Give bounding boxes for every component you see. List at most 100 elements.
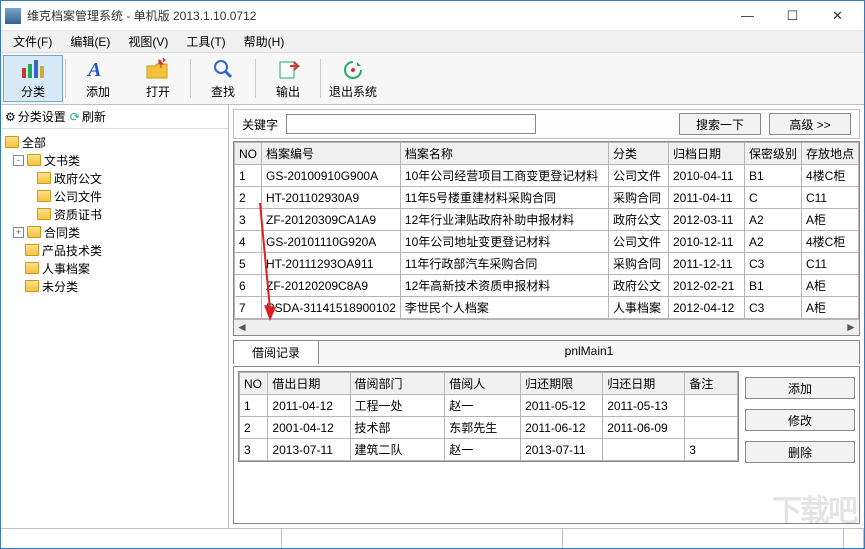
refresh-label: 刷新 [82, 108, 106, 125]
tree-node-docs[interactable]: -文书类 [3, 151, 226, 169]
table-row[interactable]: 22001-04-12技术部东郭先生2011-06-122011-06-09 [240, 417, 738, 439]
col2-out[interactable]: 借出日期 [268, 373, 350, 395]
folder-icon [37, 172, 51, 184]
tb-exit-label: 退出系统 [329, 83, 377, 100]
h-scrollbar[interactable]: ◄► [234, 319, 859, 335]
refresh-icon: ⟳ [70, 110, 80, 124]
svg-text:A: A [86, 59, 101, 80]
minimize-button[interactable]: — [725, 2, 770, 30]
col-code[interactable]: 档案编号 [262, 143, 401, 165]
settings-icon: ⚙ [5, 110, 16, 124]
col-cat[interactable]: 分类 [608, 143, 668, 165]
tb-export-label: 输出 [276, 83, 300, 100]
table-row[interactable]: 12011-04-12工程一处赵一2011-05-122011-05-13 [240, 395, 738, 417]
tb-find-label: 查找 [211, 83, 235, 100]
tb-add-label: 添加 [86, 83, 110, 100]
export-icon [274, 57, 302, 81]
col2-note[interactable]: 备注 [685, 373, 738, 395]
folder-icon [27, 154, 41, 166]
table-row[interactable]: 3ZF-20120309CA1A912年行业津贴政府补助申报材料政府公文2012… [235, 209, 859, 231]
archives-grid[interactable]: NO 档案编号 档案名称 分类 归档日期 保密级别 存放地点 1GS-20100… [233, 141, 860, 336]
table-row[interactable]: 7RSDA-31141518900102李世民个人档案人事档案2012-04-1… [235, 297, 859, 319]
tb-classify[interactable]: 分类 [3, 55, 63, 102]
refresh-button[interactable]: ⟳ 刷新 [70, 108, 106, 125]
folder-icon [37, 208, 51, 220]
find-icon [209, 57, 237, 81]
col2-no[interactable]: NO [240, 373, 268, 395]
keyword-label: 关键字 [242, 116, 278, 133]
category-tree: 全部 -文书类 政府公文 公司文件 资质证书 +合同类 产品技术类 人事档案 未… [1, 129, 228, 528]
folder-icon [27, 226, 41, 238]
borrow-panel: NO 借出日期 借阅部门 借阅人 归还期限 归还日期 备注 12011-04-1… [233, 366, 860, 524]
col2-dept[interactable]: 借阅部门 [350, 373, 445, 395]
add-icon: A [84, 57, 112, 81]
tree-node-hr[interactable]: 人事档案 [3, 259, 226, 277]
menu-help[interactable]: 帮助(H) [236, 31, 293, 52]
titlebar: 维克档案管理系统 - 单机版 2013.1.10.0712 — ☐ ✕ [1, 1, 864, 31]
borrow-add-button[interactable]: 添加 [745, 377, 855, 399]
tb-open[interactable]: 打开 [128, 55, 188, 102]
col-sec[interactable]: 保密级别 [744, 143, 801, 165]
col-name[interactable]: 档案名称 [400, 143, 608, 165]
col-no[interactable]: NO [235, 143, 262, 165]
folder-icon [37, 190, 51, 202]
app-window: 维克档案管理系统 - 单机版 2013.1.10.0712 — ☐ ✕ 文件(F… [0, 0, 865, 549]
tree-node-product[interactable]: 产品技术类 [3, 241, 226, 259]
app-icon [5, 8, 21, 24]
expand-icon[interactable]: + [13, 227, 24, 238]
table-row[interactable]: 4GS-20101110G920A10年公司地址变更登记材料公司文件2010-1… [235, 231, 859, 253]
maximize-button[interactable]: ☐ [770, 2, 815, 30]
borrow-delete-button[interactable]: 删除 [745, 441, 855, 463]
open-icon [144, 57, 172, 81]
exit-icon [339, 57, 367, 81]
tab-borrow[interactable]: 借阅记录 [233, 340, 319, 364]
table-row[interactable]: 5HT-20111293OA91111年行政部汽车采购合同采购合同2011-12… [235, 253, 859, 275]
window-title: 维克档案管理系统 - 单机版 2013.1.10.0712 [27, 7, 725, 24]
folder-icon [25, 262, 39, 274]
table-row[interactable]: 6ZF-20120209C8A912年高新技术资质申报材料政府公文2012-02… [235, 275, 859, 297]
tree-node-uncat[interactable]: 未分类 [3, 277, 226, 295]
menu-edit[interactable]: 编辑(E) [62, 31, 118, 52]
tree-node-contract[interactable]: +合同类 [3, 223, 226, 241]
col2-ret[interactable]: 归还日期 [603, 373, 685, 395]
folder-icon [25, 244, 39, 256]
close-button[interactable]: ✕ [815, 2, 860, 30]
toolbar: 分类 A 添加 打开 查找 输出 退出系统 [1, 53, 864, 105]
col2-person[interactable]: 借阅人 [445, 373, 521, 395]
tb-exit[interactable]: 退出系统 [323, 55, 383, 102]
col-loc[interactable]: 存放地点 [801, 143, 858, 165]
panel-main-label: pnlMain1 [319, 340, 860, 364]
menubar: 文件(F) 编辑(E) 视图(V) 工具(T) 帮助(H) [1, 31, 864, 53]
category-settings-button[interactable]: ⚙ 分类设置 [5, 108, 66, 125]
category-settings-label: 分类设置 [18, 108, 66, 125]
table-row[interactable]: 32013-07-11建筑二队赵一2013-07-113 [240, 439, 738, 461]
col2-due[interactable]: 归还期限 [521, 373, 603, 395]
col-date[interactable]: 归档日期 [668, 143, 744, 165]
table-row[interactable]: 1GS-20100910G900A10年公司经营项目工商变更登记材料公司文件20… [235, 165, 859, 187]
collapse-icon[interactable]: - [13, 155, 24, 166]
statusbar [1, 528, 864, 548]
tree-root[interactable]: 全部 [3, 133, 226, 151]
tb-export[interactable]: 输出 [258, 55, 318, 102]
search-button[interactable]: 搜索一下 [679, 113, 761, 135]
right-pane: 关键字 搜索一下 高级 >> NO 档案编号 档案名称 分类 归档日期 保密级别 [229, 105, 864, 528]
table-row[interactable]: 2HT-201102930A911年5号楼重建材料采购合同采购合同2011-04… [235, 187, 859, 209]
menu-file[interactable]: 文件(F) [5, 31, 60, 52]
tree-node-cert[interactable]: 资质证书 [3, 205, 226, 223]
tree-node-company[interactable]: 公司文件 [3, 187, 226, 205]
menu-tools[interactable]: 工具(T) [178, 31, 233, 52]
classify-icon [19, 57, 47, 81]
search-row: 关键字 搜索一下 高级 >> [233, 109, 860, 139]
menu-view[interactable]: 视图(V) [120, 31, 176, 52]
keyword-input[interactable] [286, 114, 536, 134]
tree-node-gov[interactable]: 政府公文 [3, 169, 226, 187]
borrow-edit-button[interactable]: 修改 [745, 409, 855, 431]
home-icon [5, 136, 19, 148]
advanced-button[interactable]: 高级 >> [769, 113, 851, 135]
tb-find[interactable]: 查找 [193, 55, 253, 102]
detail-tabs: 借阅记录 pnlMain1 [233, 340, 860, 364]
tb-add[interactable]: A 添加 [68, 55, 128, 102]
tb-classify-label: 分类 [21, 83, 45, 100]
tb-open-label: 打开 [146, 83, 170, 100]
borrow-grid[interactable]: NO 借出日期 借阅部门 借阅人 归还期限 归还日期 备注 12011-04-1… [238, 371, 739, 462]
